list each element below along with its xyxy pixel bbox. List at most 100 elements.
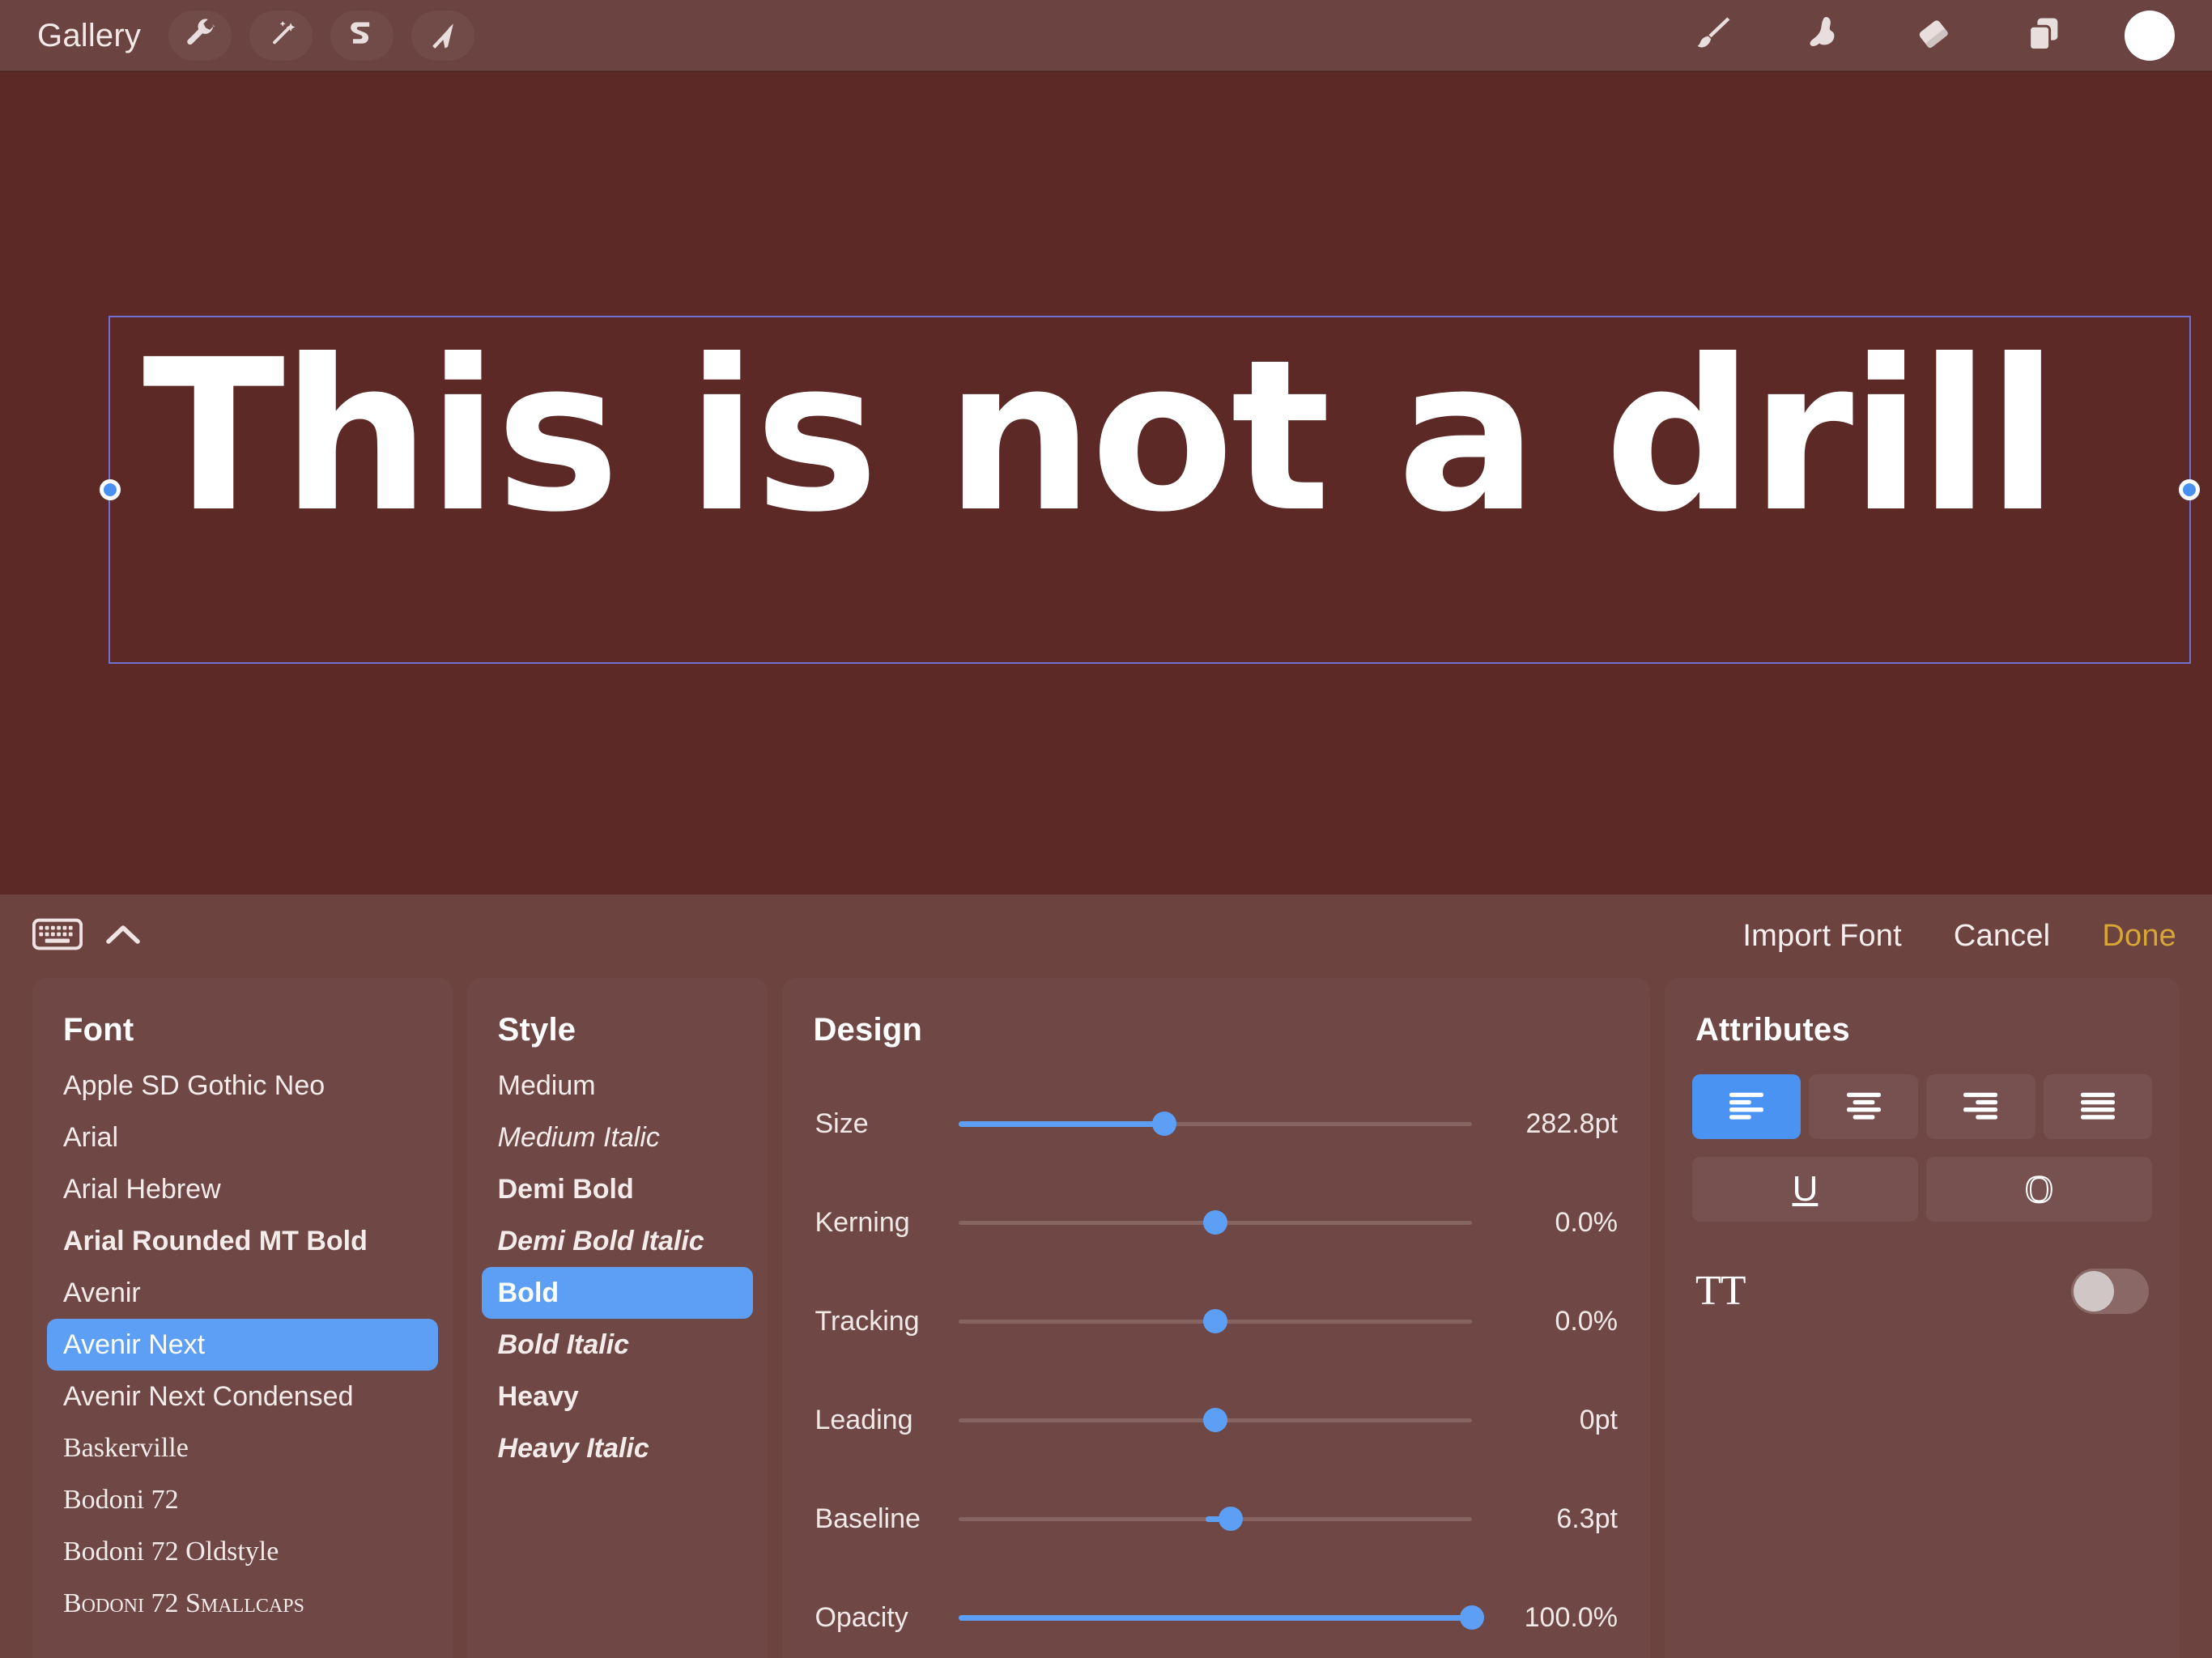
smudge-button[interactable]: [1794, 9, 1853, 62]
keyboard-icon[interactable]: [32, 916, 83, 956]
slider-tracking[interactable]: [959, 1305, 1472, 1337]
underline-icon: U: [1792, 1169, 1819, 1209]
cancel-button[interactable]: Cancel: [1954, 919, 2051, 954]
gallery-button[interactable]: Gallery: [28, 15, 151, 57]
slider-row-kerning: Kerning 0.0%: [815, 1173, 1617, 1272]
slider-value-size: 282.8pt: [1525, 1107, 1618, 1139]
drawing-canvas[interactable]: This is not a drill: [0, 72, 2212, 895]
style-list-item-5[interactable]: Bold Italic: [482, 1319, 754, 1371]
font-list-item-4[interactable]: Avenir: [47, 1267, 438, 1319]
font-list-item-10[interactable]: Bodoni 72 Smallcaps: [47, 1578, 438, 1630]
align-left-button[interactable]: [1691, 1074, 1802, 1139]
slider-thumb[interactable]: [1459, 1605, 1484, 1630]
slider-row-size: Size 282.8pt: [815, 1074, 1617, 1173]
slider-row-tracking: Tracking 0.0%: [815, 1272, 1617, 1371]
slider-value-opacity: 100.0%: [1524, 1601, 1618, 1633]
style-list[interactable]: Medium Medium Italic Demi Bold Demi Bold It…: [467, 1053, 768, 1474]
style-list-item-2[interactable]: Demi Bold: [482, 1163, 754, 1215]
style-list-item-1[interactable]: Medium Italic: [482, 1112, 754, 1163]
slider-label-baseline: Baseline: [815, 1503, 921, 1534]
attributes-body: U O TT: [1665, 1053, 2180, 1315]
design-sliders: Size 282.8pt Kerning 0.0% Tracking 0.0% Leadin…: [782, 1053, 1649, 1658]
font-list-item-3[interactable]: Arial Rounded MT Bold: [47, 1215, 438, 1267]
layers-button[interactable]: [2014, 9, 2073, 62]
toggle-knob: [2074, 1270, 2114, 1312]
card-gap: [1650, 978, 1665, 1658]
text-resize-handle-left[interactable]: [100, 479, 121, 500]
slider-row-opacity: Opacity 100.0%: [815, 1568, 1617, 1658]
attributes-card-title: Attributes: [1695, 1012, 1850, 1048]
decoration-button-group: U O: [1691, 1157, 2153, 1222]
slider-size[interactable]: [959, 1107, 1472, 1140]
slider-label-tracking: Tracking: [815, 1305, 920, 1337]
slider-kerning[interactable]: [959, 1206, 1472, 1239]
align-center-button[interactable]: [1809, 1074, 1918, 1139]
slider-row-leading: Leading 0pt: [815, 1371, 1617, 1469]
selection-button[interactable]: [330, 11, 394, 61]
font-list-item-7[interactable]: Baskerville: [47, 1422, 438, 1474]
adjustments-wand-button[interactable]: [249, 11, 313, 61]
style-list-item-3[interactable]: Demi Bold Italic: [482, 1215, 754, 1267]
align-center-icon: [1842, 1088, 1886, 1126]
attributes-card: Attributes U O TT: [1664, 978, 2180, 1658]
slider-fill: [959, 1120, 1164, 1127]
font-list-item-0[interactable]: Apple SD Gothic Neo: [47, 1060, 438, 1112]
style-list-item-6[interactable]: Heavy: [482, 1371, 754, 1422]
slider-thumb[interactable]: [1203, 1408, 1228, 1432]
align-right-icon: [1959, 1088, 2002, 1126]
keyboard-toggle-group[interactable]: [0, 916, 143, 956]
import-font-button[interactable]: Import Font: [1742, 919, 1902, 954]
slider-thumb[interactable]: [1219, 1507, 1244, 1531]
color-swatch-button[interactable]: [2125, 11, 2175, 61]
chevron-up-icon[interactable]: [104, 921, 143, 951]
panel-cards: Font Apple SD Gothic Neo Arial Arial Hebre…: [0, 978, 2212, 1658]
outline-icon: O: [2024, 1167, 2054, 1212]
font-list-item-1[interactable]: Arial: [47, 1112, 438, 1163]
text-options-panel: Import Font Cancel Done Font Apple SD Go…: [0, 895, 2212, 1658]
style-list-item-0[interactable]: Medium: [482, 1060, 754, 1112]
font-list-item-2[interactable]: Arial Hebrew: [47, 1163, 438, 1215]
brush-button[interactable]: [1684, 9, 1742, 62]
style-list-item-7[interactable]: Heavy Italic: [482, 1422, 754, 1474]
brush-icon: [1692, 13, 1734, 59]
done-button[interactable]: Done: [2102, 919, 2176, 954]
transform-button[interactable]: [411, 11, 475, 61]
slider-thumb[interactable]: [1203, 1309, 1228, 1333]
slider-thumb[interactable]: [1151, 1112, 1176, 1136]
font-list-item-6[interactable]: Avenir Next Condensed: [47, 1371, 438, 1422]
text-resize-handle-right[interactable]: [2179, 479, 2200, 500]
slider-value-kerning: 0.0%: [1555, 1206, 1618, 1238]
actions-wrench-button[interactable]: [168, 11, 232, 61]
all-caps-label: TT: [1695, 1268, 1746, 1314]
alignment-button-group: [1691, 1074, 2153, 1139]
canvas-text-layer[interactable]: This is not a drill: [143, 315, 2102, 558]
slider-thumb[interactable]: [1203, 1210, 1228, 1235]
underline-button[interactable]: U: [1691, 1157, 1918, 1222]
card-gap: [768, 978, 782, 1658]
magic-wand-icon: [263, 18, 299, 53]
font-list[interactable]: Apple SD Gothic Neo Arial Arial Hebrew Aria…: [32, 1053, 453, 1630]
panel-header: Import Font Cancel Done: [0, 895, 2212, 978]
font-list-item-8[interactable]: Bodoni 72: [47, 1474, 438, 1526]
slider-value-baseline: 6.3pt: [1556, 1503, 1618, 1534]
align-left-icon: [1725, 1088, 1768, 1126]
outline-button[interactable]: O: [1925, 1157, 2153, 1222]
slider-opacity[interactable]: [959, 1601, 1484, 1634]
font-list-item-9[interactable]: Bodoni 72 Oldstyle: [47, 1526, 438, 1578]
all-caps-toggle[interactable]: [2071, 1268, 2149, 1314]
slider-baseline[interactable]: [959, 1503, 1472, 1535]
align-right-button[interactable]: [1925, 1074, 2035, 1139]
design-card: Design Size 282.8pt Kerning 0.0% Tracking 0.0…: [782, 978, 1650, 1658]
wrench-icon: [182, 18, 218, 53]
font-card-title: Font: [63, 1012, 134, 1048]
slider-value-leading: 0pt: [1579, 1404, 1618, 1435]
font-list-item-5[interactable]: Avenir Next: [47, 1319, 438, 1371]
slider-label-size: Size: [815, 1107, 869, 1139]
style-list-item-4[interactable]: Bold: [481, 1267, 754, 1319]
selection-icon: [344, 18, 380, 53]
slider-leading[interactable]: [959, 1404, 1472, 1436]
smudge-icon: [1802, 13, 1844, 59]
align-justify-button[interactable]: [2043, 1074, 2153, 1139]
eraser-button[interactable]: [1904, 9, 1963, 62]
toolbar-right-group: [1684, 9, 2212, 62]
